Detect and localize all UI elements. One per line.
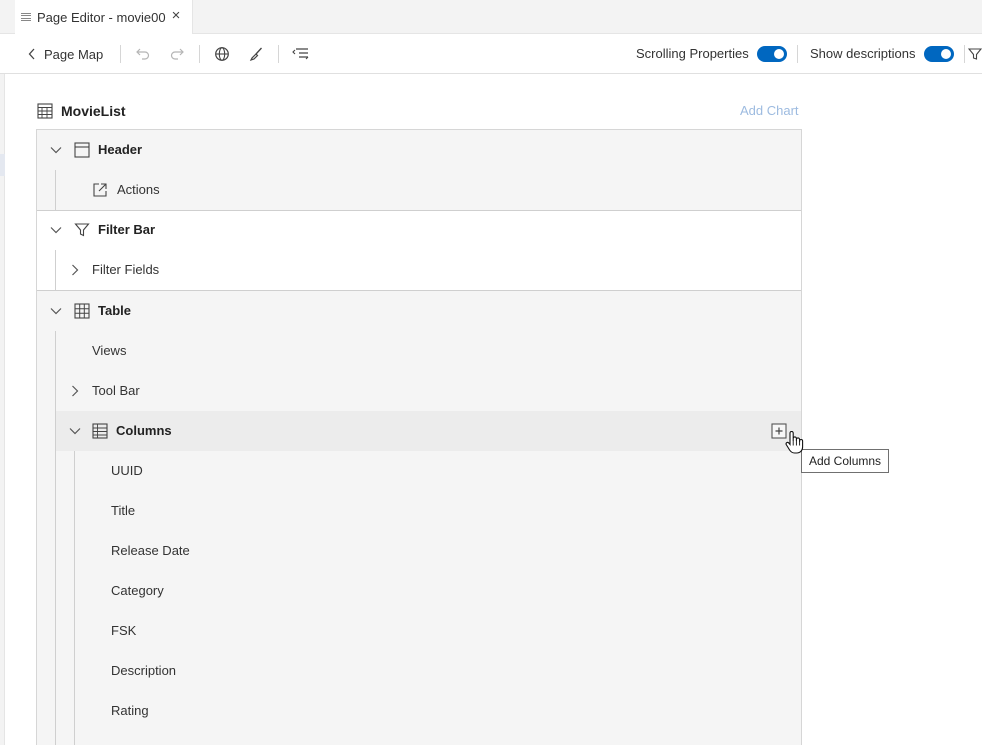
tree-node-column[interactable]: Release Date: [37, 531, 801, 571]
chevron-right-icon[interactable]: [68, 263, 82, 277]
hand-pointer-icon: [785, 431, 804, 454]
column-label: Description: [111, 663, 177, 678]
toolbar-divider: [278, 45, 279, 63]
scrolling-properties-toggle[interactable]: [757, 46, 787, 62]
tree-node-actions[interactable]: Actions: [37, 170, 801, 210]
tree-node-filter-bar[interactable]: Filter Bar: [37, 210, 801, 250]
chevron-down-icon[interactable]: [49, 223, 63, 237]
add-columns-tooltip: Add Columns: [801, 449, 890, 473]
page-map-label: Page Map: [44, 46, 104, 62]
chevron-down-icon[interactable]: [49, 304, 63, 318]
toolbar-divider: [797, 45, 798, 63]
tree-node-column[interactable]: Rating: [37, 691, 801, 731]
tree-node-tool-bar[interactable]: Tool Bar: [37, 371, 801, 411]
globe-icon[interactable]: [211, 43, 233, 65]
toolbar-divider: [120, 45, 121, 63]
tree-node-column[interactable]: Category: [37, 571, 801, 611]
table-icon: [37, 103, 53, 119]
toolbar: Page Map Scrolling Properties Show descr…: [0, 34, 982, 74]
show-descriptions-toggle[interactable]: [924, 46, 954, 62]
scrolling-properties-label: Scrolling Properties: [636, 46, 749, 61]
tree-node-views[interactable]: Views: [37, 331, 801, 371]
table-icon: [74, 303, 90, 319]
tree-node-header[interactable]: Header: [37, 130, 801, 170]
column-label: UUID: [111, 463, 143, 478]
columns-icon: [92, 423, 108, 439]
page-title: MovieList: [61, 103, 126, 119]
tree-node-column[interactable]: Description: [37, 651, 801, 691]
outline-header: MovieList: [37, 100, 126, 122]
side-panel-marker: [0, 154, 5, 176]
toolbar-divider: [199, 45, 200, 63]
filter-icon[interactable]: [968, 43, 982, 65]
tree-node-table[interactable]: Table: [37, 291, 801, 331]
column-label: Rating: [111, 703, 149, 718]
outline-tree: Header Actions Filter Bar Filter Fields …: [36, 129, 802, 745]
undo-icon[interactable]: [132, 43, 154, 65]
tab-bar: Page Editor - movie00 ×: [0, 0, 982, 34]
tree-node-column[interactable]: UUID: [37, 451, 801, 491]
column-label: Category: [111, 583, 164, 598]
close-icon[interactable]: ×: [169, 8, 183, 23]
hamburger-icon: [21, 12, 31, 22]
outline-icon[interactable]: [290, 43, 312, 65]
filter-icon: [74, 223, 90, 237]
tree-node-filter-fields[interactable]: Filter Fields: [37, 250, 801, 290]
toolbar-divider: [964, 45, 965, 63]
tree-node-column[interactable]: FSK: [37, 611, 801, 651]
column-label: Release Date: [111, 543, 190, 558]
chevron-right-icon[interactable]: [68, 384, 82, 398]
chevron-down-icon[interactable]: [68, 424, 82, 438]
tree-node-label: Filter Bar: [98, 222, 156, 237]
external-link-icon: [93, 183, 107, 197]
tree-node-label: Table: [98, 303, 131, 318]
tree-node-label: Actions: [117, 182, 160, 197]
tree-node-columns[interactable]: Columns: [56, 411, 801, 451]
tree-node-label: Views: [92, 343, 127, 358]
header-icon: [74, 142, 90, 158]
column-label: Title: [111, 503, 136, 518]
side-panel-edge: [0, 34, 5, 745]
page-map-back-button[interactable]: Page Map: [28, 43, 103, 65]
tree-node-label: Columns: [116, 423, 172, 438]
chevron-down-icon[interactable]: [49, 143, 63, 157]
tab-title: Page Editor - movie00: [37, 9, 166, 25]
brush-icon[interactable]: [245, 43, 267, 65]
chevron-left-icon: [28, 48, 35, 60]
redo-icon[interactable]: [166, 43, 188, 65]
tree-node-label: Filter Fields: [92, 262, 160, 277]
tree-node-label: Header: [98, 142, 143, 157]
add-chart-link[interactable]: Add Chart: [740, 103, 799, 118]
tree-node-column[interactable]: Title: [37, 491, 801, 531]
tree-node-label: Tool Bar: [92, 383, 140, 398]
editor-tab[interactable]: Page Editor - movie00 ×: [15, 0, 193, 34]
column-label: FSK: [111, 623, 137, 638]
show-descriptions-label: Show descriptions: [810, 46, 916, 61]
